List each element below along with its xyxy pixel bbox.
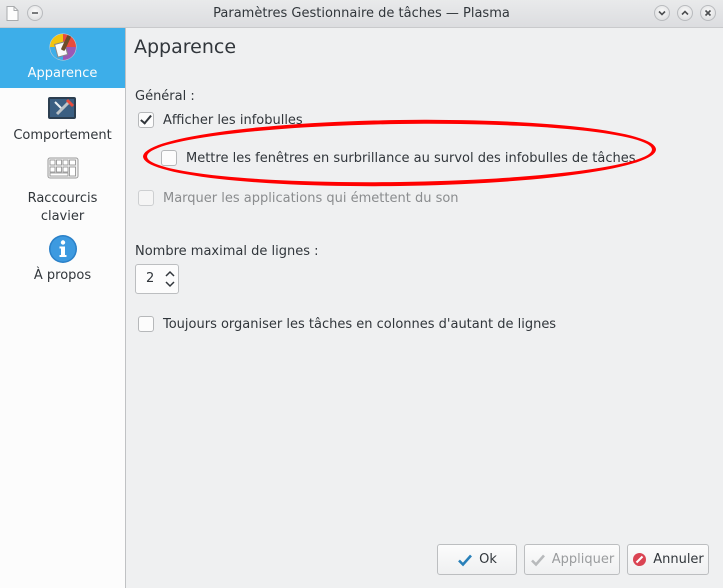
sidebar-item-about[interactable]: À propos [0,234,125,290]
highlight-windows-option[interactable]: Mettre les fenêtres en surbrillance au s… [161,150,635,166]
checkmark-icon [458,554,473,566]
mark-audio-apps-label: Marquer les applications qui émettent du… [163,190,459,206]
mark-audio-apps-option: Marquer les applications qui émettent du… [138,190,459,206]
close-icon [704,9,712,17]
sidebar-item-label-line2: clavier [40,209,85,224]
sidebar-item-label: À propos [33,268,92,283]
organize-columns-label: Toujours organiser les tâches en colonne… [163,316,557,332]
sidebar-item-shortcuts[interactable]: Raccourcis clavier [0,156,125,228]
close-button[interactable] [700,5,716,21]
checkmark-disabled-icon [530,554,545,566]
apply-label: Appliquer [551,552,615,567]
ok-label: Ok [479,552,497,567]
highlight-windows-label: Mettre les fenêtres en surbrillance au s… [186,150,636,166]
sidebar-item-appearance[interactable]: Apparence [0,28,125,88]
settings-panel: Apparence Général : Afficher les infobul… [126,28,723,588]
window-title: Paramètres Gestionnaire de tâches — Plas… [213,6,510,21]
ok-button[interactable]: Ok [437,544,517,575]
sidebar: Apparence Comportement Raccourcis clavie… [0,28,126,588]
mark-audio-apps-checkbox [138,190,154,206]
organize-columns-checkbox[interactable] [138,316,154,332]
maximize-button[interactable] [677,5,693,21]
appearance-icon [49,33,76,61]
spin-arrows-icon[interactable] [163,267,177,291]
chevron-down-icon [658,10,666,16]
apply-button: Appliquer [524,544,620,575]
sidebar-item-label: Apparence [27,66,98,81]
sidebar-item-label: Raccourcis [27,191,98,206]
keyboard-icon [47,157,78,179]
sidebar-item-behavior[interactable]: Comportement [0,94,125,150]
info-icon [48,235,77,263]
max-rows-label: Nombre maximal de lignes : [135,244,319,259]
show-tooltips-label: Afficher les infobulles [163,112,303,128]
show-tooltips-option[interactable]: Afficher les infobulles [138,112,303,128]
max-rows-spinbox[interactable]: 2 [135,264,179,294]
cancel-button[interactable]: Annuler [627,544,709,575]
cancel-icon [633,553,647,566]
window-titlebar[interactable]: Paramètres Gestionnaire de tâches — Plas… [0,0,723,28]
show-tooltips-checkbox[interactable] [138,112,154,128]
chevron-up-icon [681,10,689,16]
behavior-icon [47,97,76,119]
minimize-button[interactable] [654,5,670,21]
cancel-label: Annuler [653,552,704,567]
max-rows-value: 2 [146,271,155,286]
page-title: Apparence [134,36,237,58]
sidebar-item-label: Comportement [13,128,112,143]
general-section-label: Général : [135,89,195,104]
highlight-windows-checkbox[interactable] [161,150,177,166]
organize-columns-option[interactable]: Toujours organiser les tâches en colonne… [138,316,556,332]
